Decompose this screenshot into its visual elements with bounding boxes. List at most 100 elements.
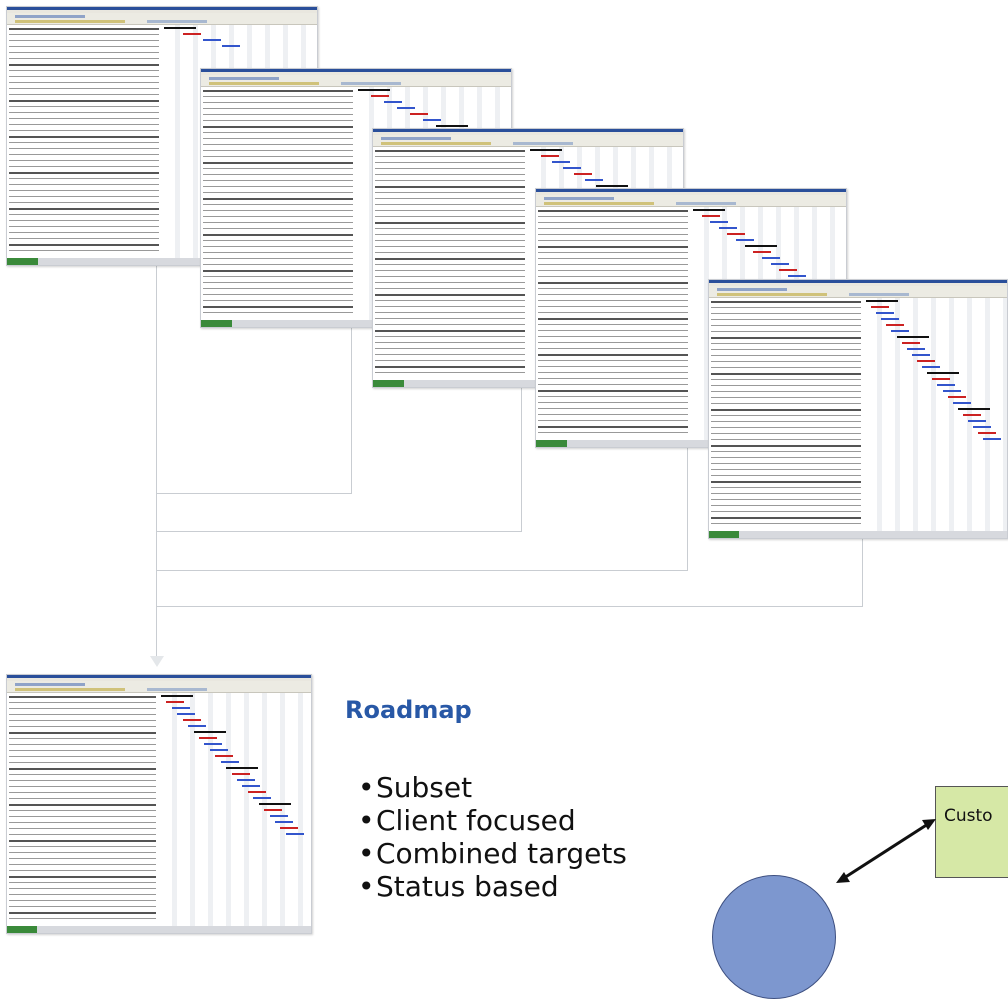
gantt-bar <box>779 269 798 271</box>
table-row <box>9 708 156 709</box>
table-row <box>375 360 525 361</box>
table-row <box>9 166 159 167</box>
bullet-item: •Combined targets <box>358 837 627 870</box>
table-row <box>375 342 525 343</box>
gantt-bar <box>957 408 990 410</box>
bullet-label: Status based <box>376 870 559 903</box>
gantt-bar <box>876 312 895 314</box>
table-row <box>9 816 156 817</box>
gantt-bar <box>541 155 560 157</box>
table-row <box>9 52 159 53</box>
table-row <box>538 222 688 223</box>
table-row <box>203 204 353 205</box>
table-row <box>538 312 688 313</box>
table-row <box>375 312 525 313</box>
table-row <box>9 738 156 739</box>
connector-drop-3 <box>521 385 522 532</box>
table-row <box>9 726 156 727</box>
table-row <box>375 162 525 163</box>
table-row <box>9 76 159 77</box>
table-row <box>375 210 525 211</box>
table-row <box>9 900 156 901</box>
table-row <box>9 112 159 113</box>
gantt-bar <box>247 791 266 793</box>
table-row <box>9 172 159 174</box>
gantt-bar <box>881 318 900 320</box>
gantt-bar <box>983 438 1002 440</box>
table-row <box>9 774 156 775</box>
bullet-list: •Subset •Client focused •Combined target… <box>358 771 627 903</box>
table-row <box>375 282 525 283</box>
table-row <box>203 294 353 295</box>
table-row <box>375 180 525 181</box>
gantt-bar <box>973 426 992 428</box>
customer-box <box>935 786 1008 878</box>
table-row <box>711 409 861 411</box>
table-row <box>538 336 688 337</box>
table-row <box>9 142 159 143</box>
table-row <box>9 118 159 119</box>
table-row <box>9 58 159 59</box>
table-row <box>9 82 159 83</box>
table-row <box>711 433 861 434</box>
table-row <box>9 828 156 829</box>
gantt-bar <box>871 306 890 308</box>
table-row <box>538 360 688 361</box>
table-row <box>538 354 688 356</box>
gantt-bar <box>701 215 720 217</box>
gantt-bar <box>942 390 961 392</box>
table-row <box>9 208 159 210</box>
table-row <box>375 174 525 175</box>
table-row <box>9 762 156 763</box>
table-row <box>203 150 353 151</box>
table-row <box>9 786 156 787</box>
table-row <box>9 798 156 799</box>
connector-branch-4 <box>156 570 688 571</box>
table-row <box>711 487 861 488</box>
gantt-bar <box>422 119 441 121</box>
table-row <box>9 804 156 806</box>
table-row <box>9 696 156 698</box>
gantt-bar <box>177 713 196 715</box>
table-row <box>711 373 861 375</box>
table-row <box>538 228 688 229</box>
table-row <box>375 354 525 355</box>
table-row <box>711 397 861 398</box>
gantt-bar <box>166 701 185 703</box>
table-row <box>711 331 861 332</box>
gantt-bar <box>383 101 402 103</box>
table-row <box>9 130 159 131</box>
table-row <box>711 505 861 506</box>
gantt-bar <box>258 803 291 805</box>
bullet-label: Subset <box>376 771 473 804</box>
table-row <box>9 64 159 66</box>
table-row <box>711 379 861 380</box>
table-row <box>9 226 159 227</box>
table-row <box>203 96 353 97</box>
gantt-bar <box>753 251 772 253</box>
table-row <box>711 415 861 416</box>
table-row <box>538 408 688 409</box>
table-row <box>375 168 525 169</box>
table-row <box>9 768 156 770</box>
gantt-bar <box>242 785 261 787</box>
table-row <box>9 750 156 751</box>
table-row <box>538 378 688 379</box>
table-row <box>375 330 525 332</box>
actor-circle <box>712 875 836 999</box>
table-row <box>538 414 688 415</box>
table-row <box>538 306 688 307</box>
table-row <box>203 198 353 200</box>
table-row <box>203 300 353 301</box>
gantt-bar <box>968 420 987 422</box>
gantt-bar <box>574 173 593 175</box>
gantt-bar <box>596 185 629 187</box>
gantt-bar <box>761 257 780 259</box>
table-row <box>9 918 156 919</box>
bullet-item: •Subset <box>358 771 627 804</box>
table-row <box>203 252 353 253</box>
table-row <box>538 252 688 253</box>
table-row <box>711 493 861 494</box>
bullet-item: •Status based <box>358 870 627 903</box>
table-row <box>9 94 159 95</box>
